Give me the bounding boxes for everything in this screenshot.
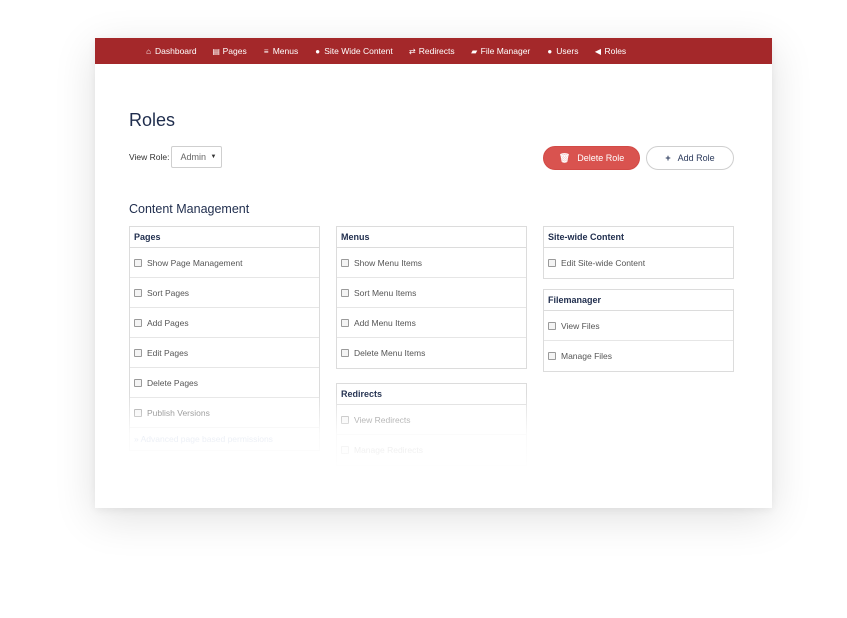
trash-icon: 🗑 (558, 152, 571, 163)
permission-label: Edit Site-wide Content (561, 258, 646, 268)
permission-label: Add Menu Items (354, 317, 416, 328)
permission-item: Manage Redirects (337, 435, 526, 465)
checkbox[interactable] (341, 288, 349, 297)
caret-down-icon: ▼ (210, 154, 217, 160)
content-management-heading: Content Management (129, 202, 250, 216)
role-select[interactable]: Admin ▼ (171, 146, 223, 168)
delete-role-button[interactable]: 🗑 Delete Role (543, 146, 640, 170)
permission-label: Delete Menu Items (354, 348, 426, 358)
permission-label: Edit Pages (147, 347, 189, 358)
user-icon: ● (547, 46, 553, 56)
checkbox[interactable] (548, 259, 556, 267)
permission-item: Add Pages (130, 308, 319, 338)
nav-file-manager[interactable]: ▰ File Manager (470, 46, 531, 56)
panel-title: Menus (337, 227, 526, 248)
permission-item: Sort Menu Items (337, 278, 526, 308)
checkbox[interactable] (134, 288, 142, 297)
pages-panel: Pages Show Page Management Sort Pages Ad… (129, 226, 320, 451)
permission-item: Edit Pages (130, 338, 319, 368)
permission-item: View Files (544, 311, 733, 341)
nav-label: Redirects (418, 46, 455, 56)
checkbox[interactable] (341, 349, 349, 357)
view-role-label: View Role: (129, 152, 170, 162)
exchange-icon: ⇄ (408, 46, 416, 56)
home-icon: ⌂ (146, 46, 151, 56)
permission-item: Delete Pages (130, 368, 319, 398)
permission-label: Publish Versions (147, 407, 210, 418)
permission-item: Sort Pages (130, 278, 319, 308)
permission-label: View Redirects (354, 414, 411, 425)
nav-label: Users (556, 46, 579, 56)
site-wide-content-panel: Site-wide Content Edit Site-wide Content (543, 226, 734, 279)
permission-item: View Redirects (337, 405, 526, 435)
permission-label: Manage Redirects (354, 445, 423, 455)
panel-title: Filemanager (544, 290, 733, 311)
nav-users[interactable]: ● Users (545, 46, 578, 56)
permission-item: Manage Files (544, 341, 733, 371)
plus-icon: + (665, 153, 671, 163)
checkbox[interactable] (341, 415, 349, 424)
checkbox[interactable] (548, 321, 556, 330)
permission-label: View Files (561, 320, 600, 331)
panel-title: Redirects (337, 384, 526, 405)
delete-role-label: Delete Role (577, 153, 625, 163)
checkbox[interactable] (548, 352, 556, 360)
permission-item: Delete Menu Items (337, 338, 526, 368)
menus-panel: Menus Show Menu Items Sort Menu Items Ad… (336, 226, 527, 369)
checkbox[interactable] (134, 318, 142, 327)
globe-icon: ● (315, 46, 321, 56)
add-role-button[interactable]: + Add Role (646, 146, 734, 170)
checkbox[interactable] (134, 408, 142, 417)
checkbox[interactable] (134, 348, 142, 357)
checkbox[interactable] (134, 378, 142, 387)
permission-item: Show Menu Items (337, 248, 526, 278)
nav-label: Pages (222, 46, 247, 56)
folder-open-icon: ▰ (471, 46, 478, 56)
nav-label: Menus (272, 46, 299, 56)
nav-label: Roles (604, 46, 627, 56)
permission-label: Show Menu Items (354, 257, 423, 268)
panel-title: Pages (130, 227, 319, 248)
permission-item: Publish Versions (130, 398, 319, 428)
view-role-control: View Role: Admin ▼ (129, 146, 223, 168)
nav-pages[interactable]: ▤ Pages (212, 46, 247, 56)
settings-heading: Settings (129, 488, 175, 502)
permission-item: Edit Site-wide Content (544, 248, 733, 278)
nav-menus[interactable]: ≡ Menus (262, 46, 299, 56)
permission-item: Show Page Management (130, 248, 319, 278)
nav-label: Site Wide Content (324, 46, 393, 56)
advanced-permissions-link[interactable]: » Advanced page based permissions (130, 428, 319, 450)
bars-icon: ≡ (263, 46, 269, 56)
app-window: ⌂ Dashboard ▤ Pages ≡ Menus ● Site Wide … (95, 38, 772, 508)
nav-label: File Manager (480, 46, 531, 56)
nav-roles[interactable]: ◀ Roles (593, 46, 626, 56)
checkbox[interactable] (341, 318, 349, 327)
permission-label: Sort Pages (147, 287, 190, 298)
checkbox[interactable] (341, 446, 349, 454)
permission-label: Add Pages (147, 317, 189, 328)
nav-site-wide-content[interactable]: ● Site Wide Content (313, 46, 393, 56)
permission-label: Show Page Management (147, 257, 243, 268)
nav-label: Dashboard (155, 46, 197, 56)
checkbox[interactable] (341, 258, 349, 267)
role-select-value: Admin (180, 152, 206, 162)
top-navbar: ⌂ Dashboard ▤ Pages ≡ Menus ● Site Wide … (95, 38, 772, 64)
permission-label: Sort Menu Items (354, 287, 417, 298)
permission-label: Manage Files (561, 351, 613, 361)
bullhorn-icon: ◀ (594, 46, 602, 56)
nav-dashboard[interactable]: ⌂ Dashboard (144, 46, 197, 56)
permission-item: Add Menu Items (337, 308, 526, 338)
redirects-panel: Redirects View Redirects Manage Redirect… (336, 383, 527, 466)
panel-title: Site-wide Content (544, 227, 733, 248)
nav-redirects[interactable]: ⇄ Redirects (408, 46, 455, 56)
checkbox[interactable] (134, 258, 142, 267)
filemanager-panel: Filemanager View Files Manage Files (543, 289, 734, 372)
permission-label: Delete Pages (147, 377, 199, 388)
page-title: Roles (129, 110, 176, 130)
add-role-label: Add Role (677, 153, 715, 163)
file-icon: ▤ (212, 46, 220, 56)
